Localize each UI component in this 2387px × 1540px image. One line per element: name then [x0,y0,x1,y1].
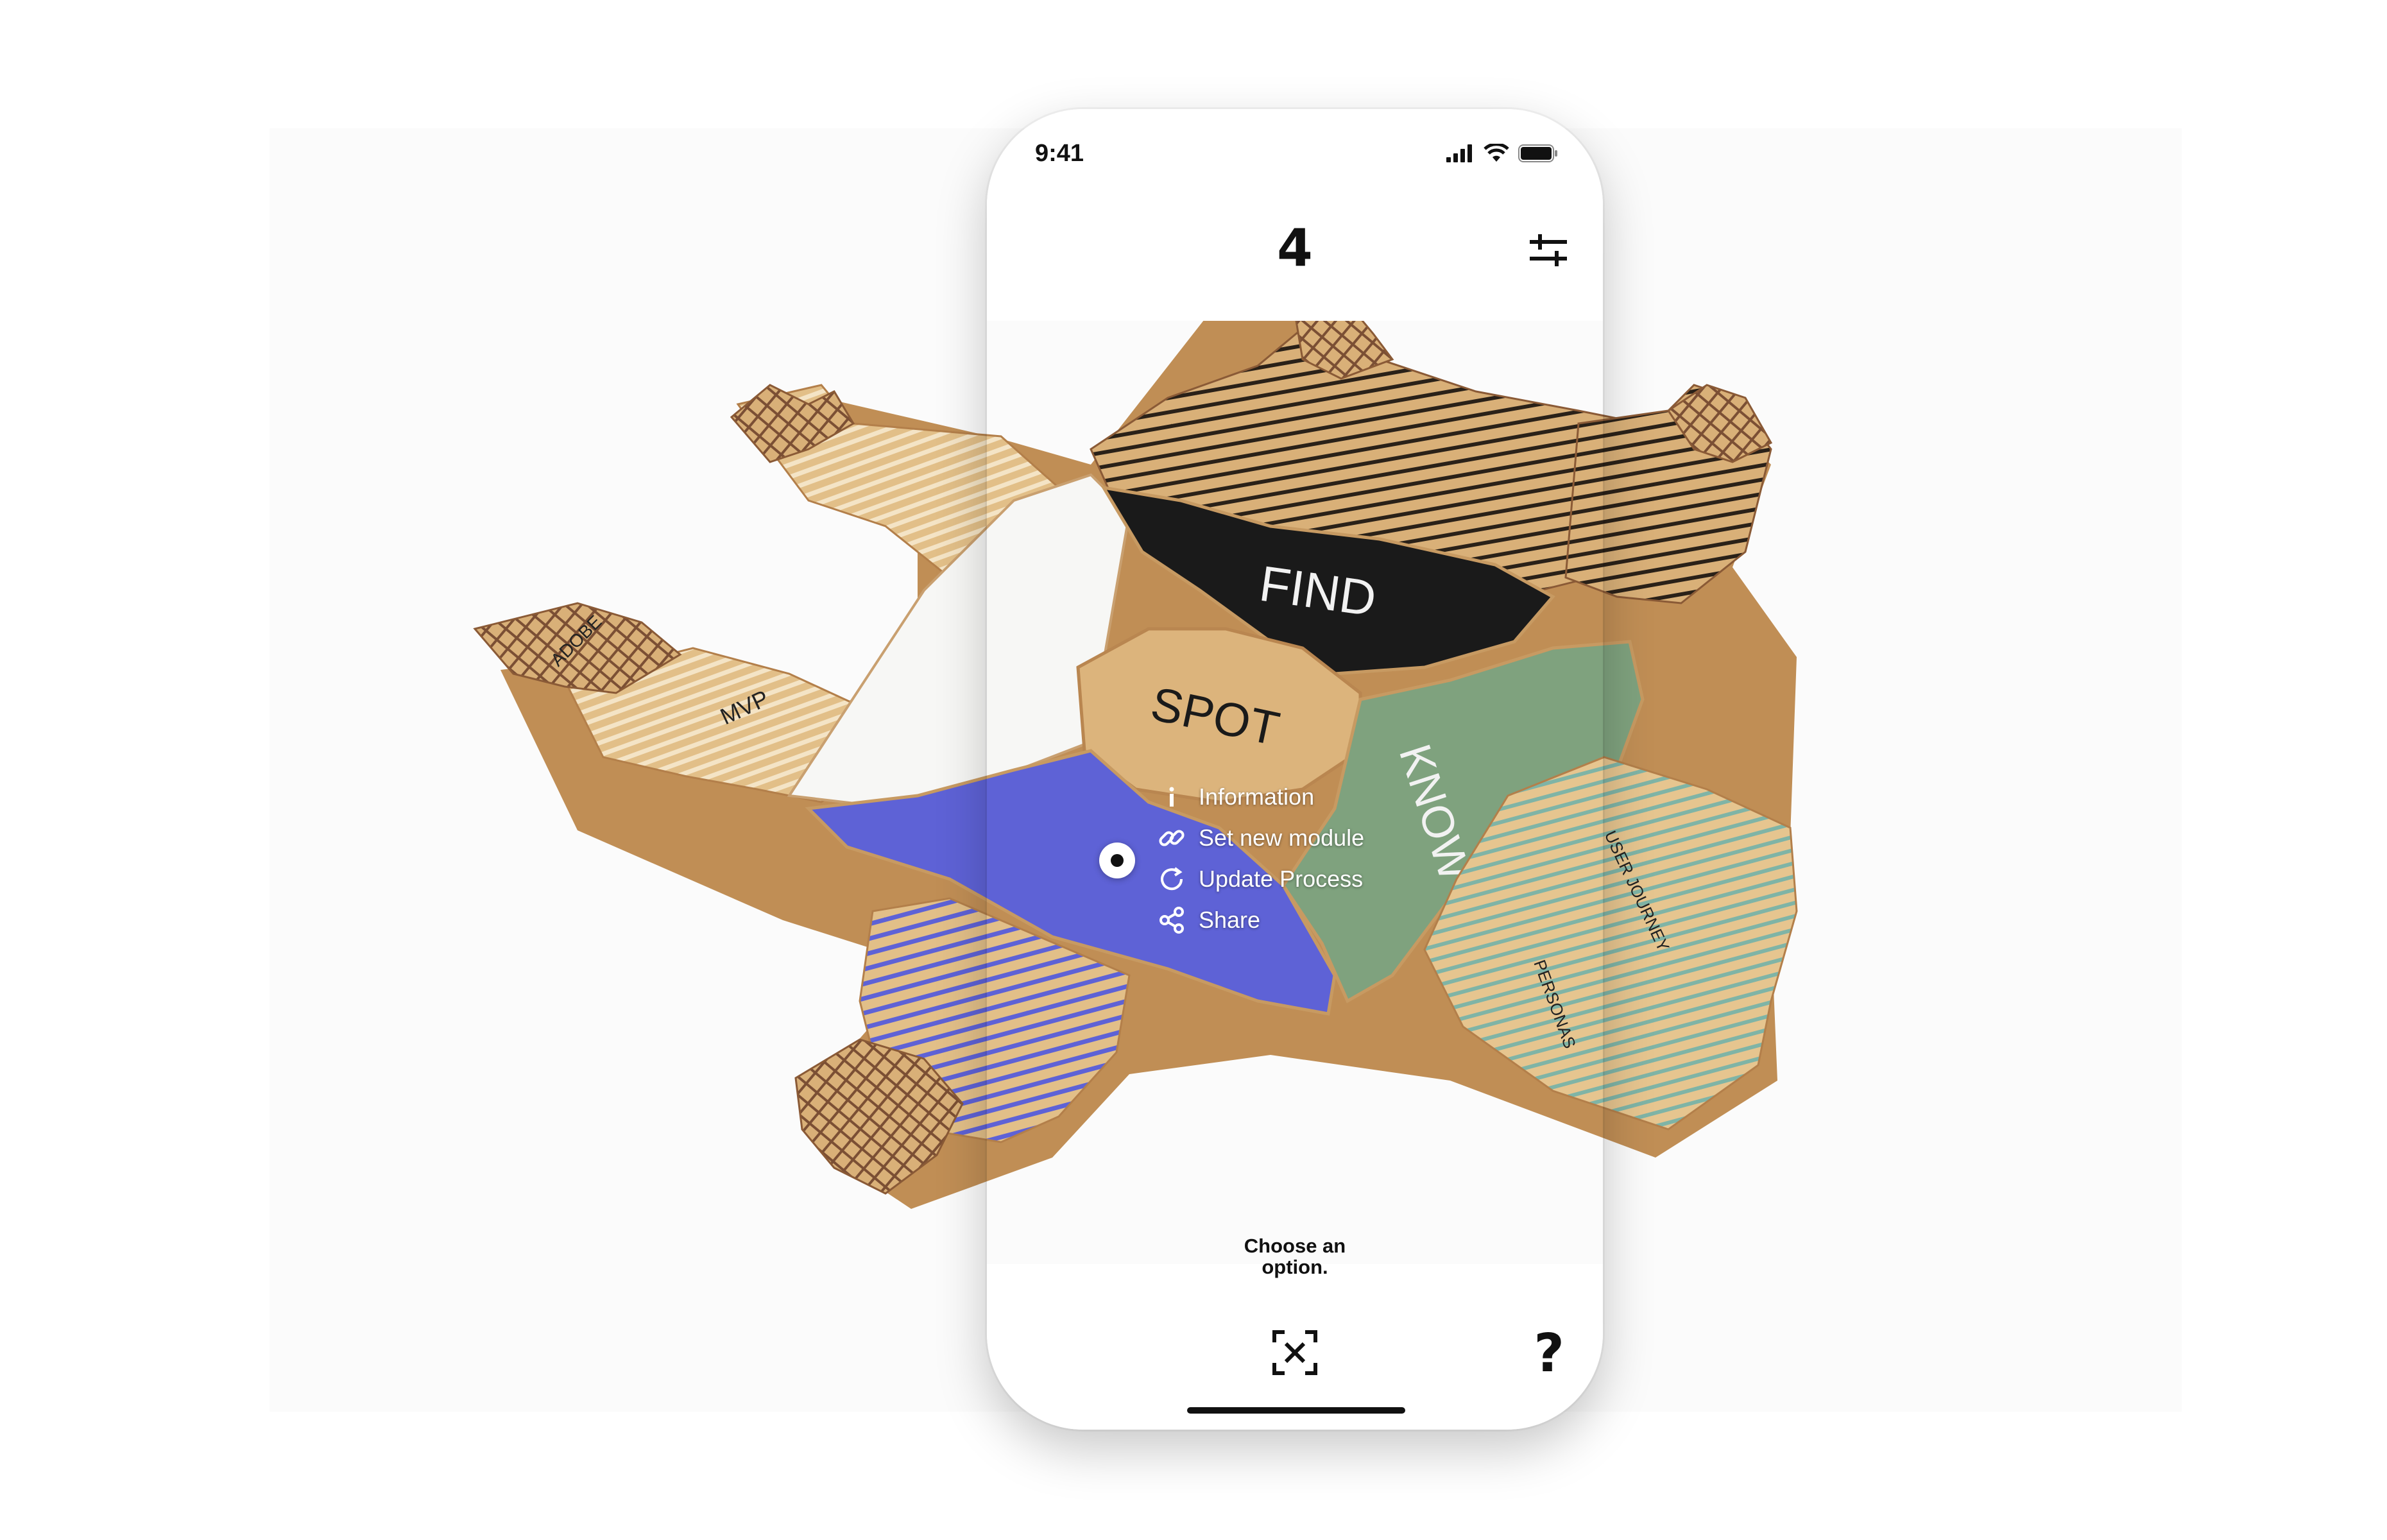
module-count: 4 [1277,218,1313,278]
menu-item-label: Set new module [1199,825,1365,851]
help-button[interactable]: ? [1534,1323,1564,1384]
menu-item-label: Share [1199,907,1261,933]
context-menu: Information Set new module Update Proces… [1154,776,1364,941]
scan-button[interactable] [1270,1328,1319,1377]
hotspot-dot [1111,854,1124,867]
prompt-line-2: option. [1262,1256,1328,1278]
menu-item-update-process[interactable]: Update Process [1154,859,1364,900]
refresh-icon [1154,861,1190,897]
home-indicator[interactable] [1187,1407,1405,1414]
wifi-icon [1484,144,1509,162]
menu-item-information[interactable]: Information [1154,776,1364,817]
menu-item-label: Information [1199,783,1315,810]
stage: MVP ADOBE FIND SPOT KNOW USER JOURNEY PE… [0,0,2387,1540]
phone-notch [1122,109,1468,158]
phone-frame: 9:41 4 Information Set new module Update… [987,109,1603,1430]
share-icon [1154,902,1190,938]
menu-item-label: Update Process [1199,866,1364,892]
status-icons [1446,144,1558,163]
menu-item-set-new-module[interactable]: Set new module [1154,817,1364,859]
filter-button[interactable] [1526,228,1571,273]
signal-icon [1446,144,1472,162]
prompt-line-1: Choose an [1244,1235,1346,1257]
battery-icon [1518,144,1557,162]
menu-item-share[interactable]: Share [1154,900,1364,941]
module-hotspot[interactable] [1099,843,1135,878]
prompt-text: Choose an option. [987,1235,1603,1278]
info-icon [1154,779,1190,815]
link-icon [1154,820,1190,856]
status-time: 9:41 [1035,140,1084,167]
sliders-icon [1530,234,1567,266]
scan-close-icon [1272,1330,1317,1375]
bottom-bar: ? [987,1323,1603,1405]
